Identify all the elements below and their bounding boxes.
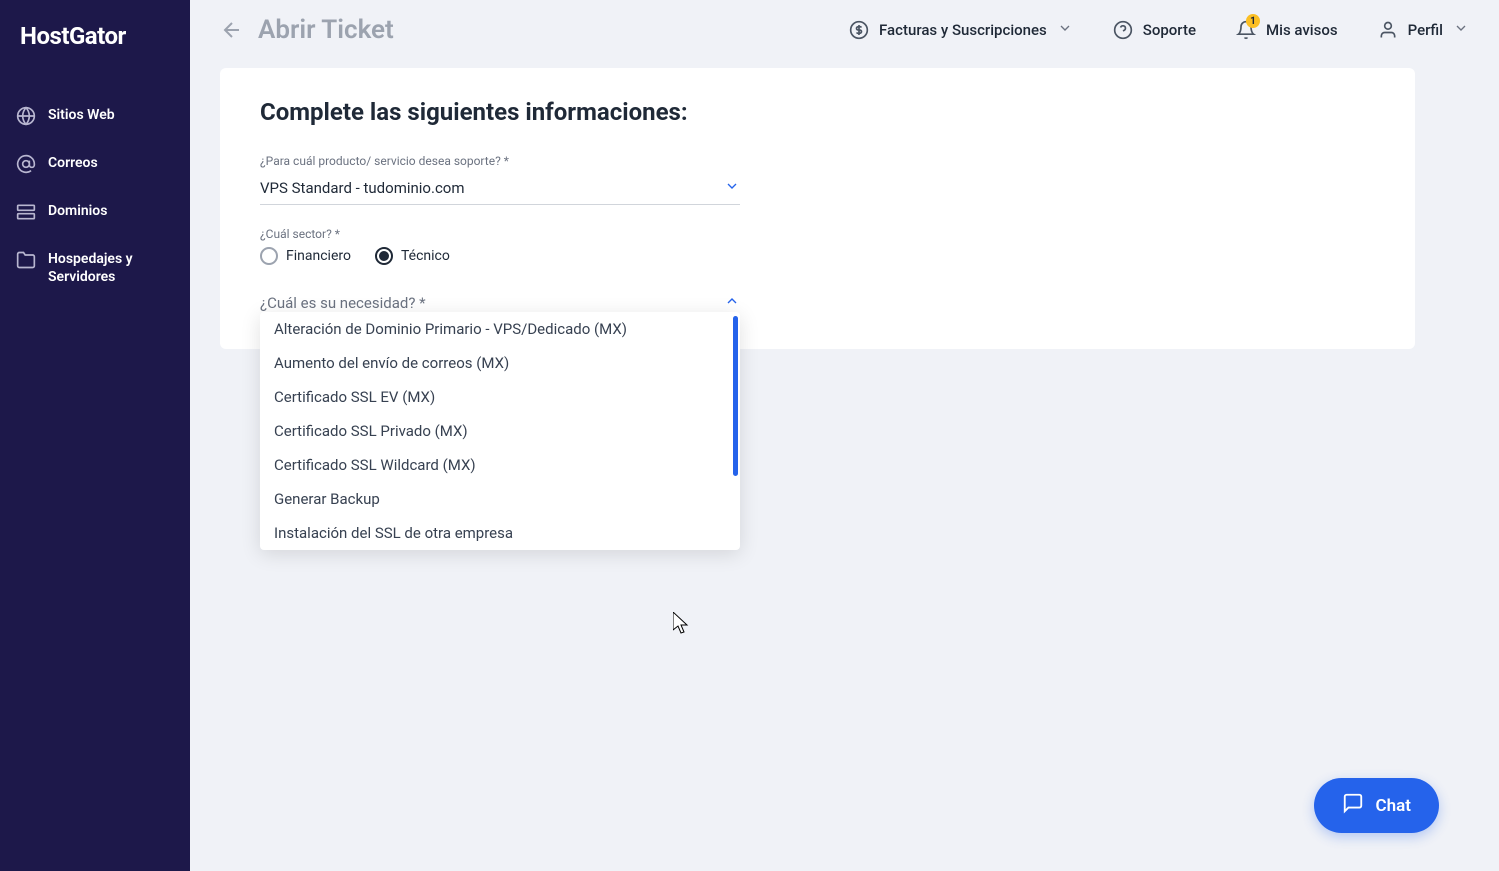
page-title-wrap: Abrir Ticket (220, 15, 819, 45)
back-arrow-icon[interactable] (220, 18, 244, 42)
form-group-product: ¿Para cuál producto/ servicio desea sopo… (260, 154, 740, 205)
radio-label: Financiero (286, 248, 351, 264)
need-dropdown-menu: Alteración de Dominio Primario - VPS/Ded… (260, 312, 740, 550)
dropdown-item[interactable]: Generar Backup (260, 482, 740, 516)
dropdown-item[interactable]: Certificado SSL Wildcard (MX) (260, 448, 740, 482)
help-icon (1113, 20, 1133, 40)
section-title: Complete las siguientes informaciones: (260, 98, 1375, 126)
header-nav: Facturas y Suscripciones Soporte (849, 20, 1469, 40)
dropdown-item[interactable]: Instalación del SSL de otra empresa (260, 516, 740, 550)
sidebar-item-sites[interactable]: Sitios Web (0, 92, 190, 140)
header-item-label: Soporte (1143, 21, 1196, 39)
radio-circle-icon (260, 247, 278, 265)
dropdown-item[interactable]: Certificado SSL EV (MX) (260, 380, 740, 414)
sidebar-item-label: Sitios Web (48, 106, 115, 124)
chat-label: Chat (1376, 796, 1411, 816)
sidebar-item-mail[interactable]: Correos (0, 140, 190, 188)
main-content: Complete las siguientes informaciones: ¿… (220, 68, 1415, 349)
header-support[interactable]: Soporte (1113, 20, 1196, 40)
sidebar-nav: Sitios Web Correos Dominios (0, 72, 190, 320)
notification-badge: 1 (1246, 14, 1260, 28)
sector-label: ¿Cuál sector? * (260, 227, 740, 241)
header-item-label: Perfil (1408, 21, 1443, 39)
sidebar-item-domains[interactable]: Dominios (0, 188, 190, 236)
dropdown-item[interactable]: Aumento del envío de correos (MX) (260, 346, 740, 380)
header-notices[interactable]: 1 Mis avisos (1236, 20, 1338, 40)
radio-tecnico[interactable]: Técnico (375, 247, 450, 265)
radio-circle-icon (375, 247, 393, 265)
dropdown-item[interactable]: Certificado SSL Privado (MX) (260, 414, 740, 448)
need-placeholder: ¿Cuál es su necesidad? * (260, 294, 426, 312)
header-item-label: Facturas y Suscripciones (879, 21, 1047, 39)
dropdown-scrollbar[interactable] (733, 316, 738, 476)
header: Abrir Ticket Facturas y Suscripciones (190, 0, 1499, 60)
folder-icon (16, 250, 36, 270)
dropdown-item[interactable]: Alteración de Dominio Primario - VPS/Ded… (260, 312, 740, 346)
cursor-icon (673, 612, 691, 636)
chevron-down-icon (1453, 20, 1469, 40)
sidebar-item-label: Dominios (48, 202, 107, 220)
server-icon (16, 202, 36, 222)
chevron-down-icon (1057, 20, 1073, 40)
sidebar-item-label: Correos (48, 154, 98, 172)
form-group-sector: ¿Cuál sector? * Financiero Técnico (260, 227, 740, 265)
dollar-icon (849, 20, 869, 40)
at-icon (16, 154, 36, 174)
header-profile[interactable]: Perfil (1378, 20, 1469, 40)
chevron-down-icon (724, 178, 740, 198)
chat-icon (1342, 792, 1364, 819)
header-billing[interactable]: Facturas y Suscripciones (849, 20, 1073, 40)
product-label: ¿Para cuál producto/ servicio desea sopo… (260, 154, 740, 168)
page-title: Abrir Ticket (258, 15, 394, 45)
sidebar-item-hosting[interactable]: Hospedajes y Servidores (0, 236, 190, 300)
sidebar: HostGator Sitios Web Correos (0, 0, 190, 871)
radio-financiero[interactable]: Financiero (260, 247, 351, 265)
bell-icon: 1 (1236, 20, 1256, 40)
chevron-up-icon (724, 293, 740, 313)
logo: HostGator (0, 0, 190, 72)
product-select[interactable]: VPS Standard - tudominio.com (260, 172, 740, 205)
product-select-value: VPS Standard - tudominio.com (260, 179, 465, 197)
sidebar-item-label: Hospedajes y Servidores (48, 250, 174, 286)
sector-radio-group: Financiero Técnico (260, 247, 740, 265)
radio-label: Técnico (401, 248, 450, 264)
header-item-label: Mis avisos (1266, 21, 1338, 39)
user-icon (1378, 20, 1398, 40)
chat-button[interactable]: Chat (1314, 778, 1439, 833)
globe-icon (16, 106, 36, 126)
